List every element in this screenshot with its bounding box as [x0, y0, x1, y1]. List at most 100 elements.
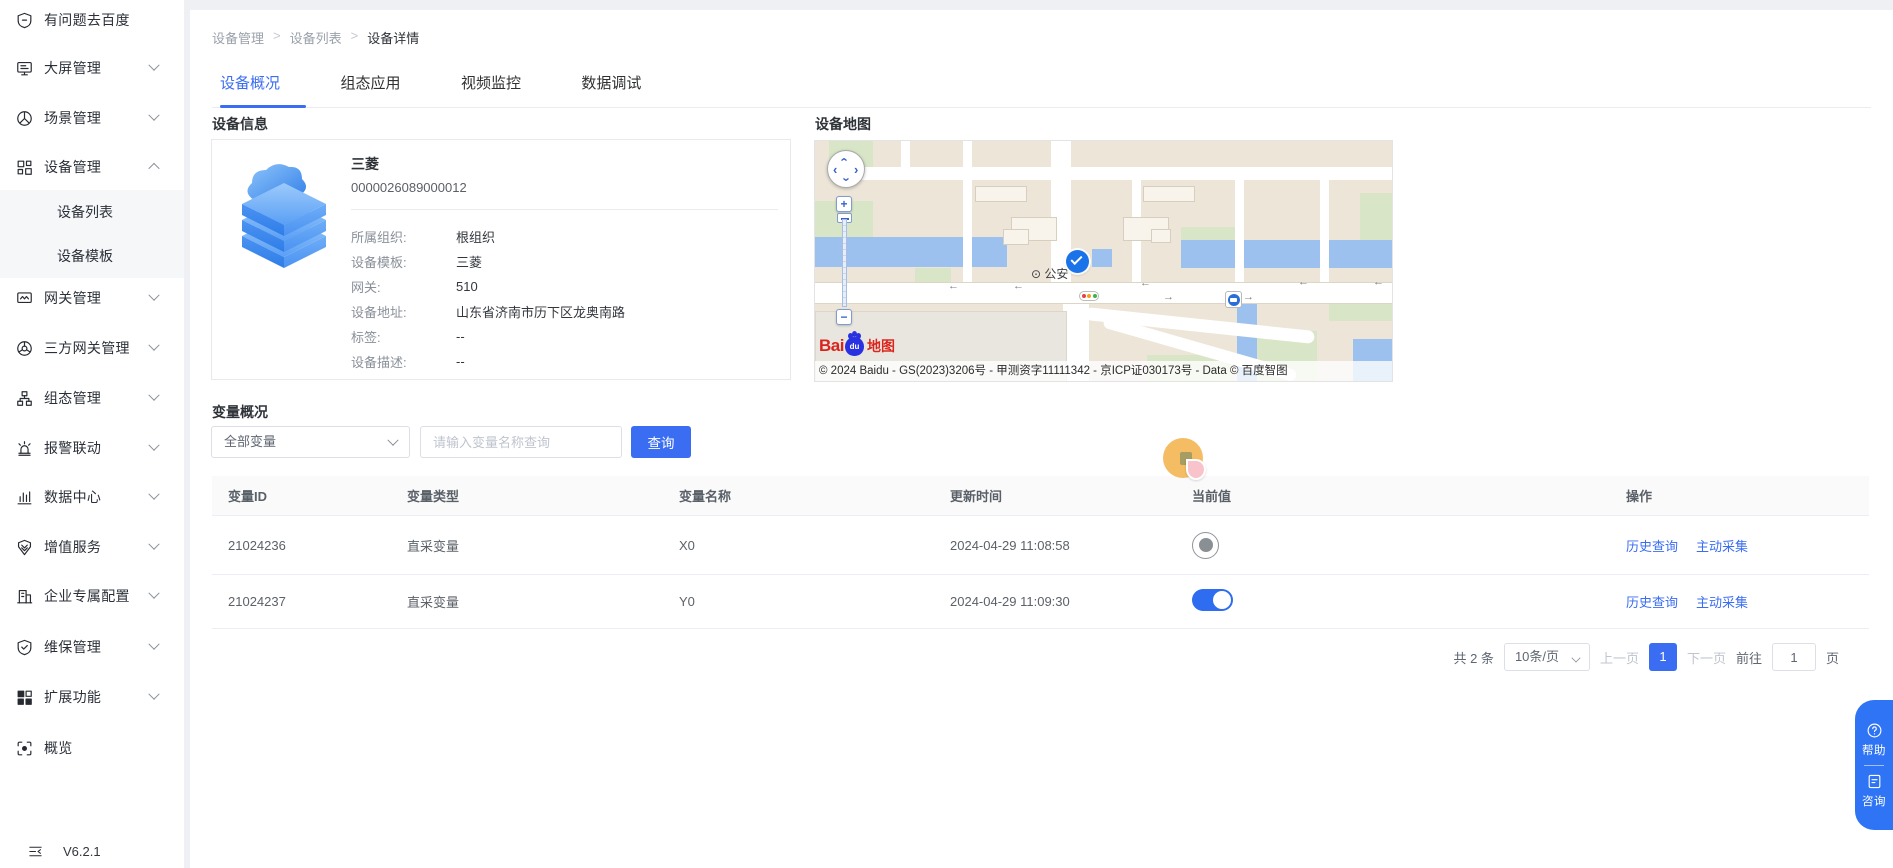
map-road: [901, 141, 910, 169]
map-green-area: [1181, 227, 1235, 240]
baidu-paw-icon: du: [845, 337, 864, 356]
active-collect-link[interactable]: 主动采集: [1696, 592, 1748, 611]
field-label: 标签:: [351, 327, 456, 346]
field-value: 三菱: [456, 252, 482, 271]
variable-type-select[interactable]: 全部变量: [211, 426, 410, 458]
zoom-out-button[interactable]: −: [836, 309, 852, 325]
sidebar-item-overview[interactable]: 概览: [0, 724, 184, 772]
goto-page-input[interactable]: [1772, 643, 1816, 671]
sidebar-item-device-list[interactable]: 设备列表: [0, 190, 184, 234]
baidu-map[interactable]: ← ← ← ← ← → → ⊙ 公安 ‹ ‹ ‹ › + −: [814, 140, 1393, 382]
sidebar-item-label: 三方网关管理: [44, 338, 130, 358]
chevron-down-icon: [1571, 653, 1580, 662]
help-button[interactable]: 帮助: [1862, 742, 1886, 758]
sidebar-item-configuration[interactable]: 组态管理: [0, 374, 184, 422]
question-icon: [1866, 722, 1883, 739]
chevron-down-icon: [148, 489, 159, 500]
overview-icon: [15, 739, 34, 758]
sidebar-item-third-gateway[interactable]: 三方网关管理: [0, 324, 184, 372]
sidebar-item-enterprise[interactable]: 企业专属配置: [0, 572, 184, 620]
chevron-down-icon: [148, 110, 159, 121]
chevron-up-icon: [148, 163, 159, 174]
map-building: [1143, 186, 1195, 202]
map-road: [963, 141, 972, 286]
tab-video-monitor[interactable]: 视频监控: [461, 74, 521, 107]
sidebar-item-label: 企业专属配置: [44, 586, 130, 606]
sidebar-item-value-added[interactable]: 增值服务: [0, 523, 184, 571]
third-gateway-icon: [15, 339, 34, 358]
road-arrow-left-icon: ←: [1373, 276, 1384, 288]
table-header-row: 变量ID 变量类型 变量名称 更新时间 当前值 操作: [212, 476, 1869, 516]
sidebar-item-data-center[interactable]: 数据中心: [0, 473, 184, 521]
alarm-icon: [15, 439, 34, 458]
consult-button[interactable]: 咨询: [1862, 793, 1886, 809]
sidebar-item-gateway[interactable]: 网关管理: [0, 274, 184, 322]
collapse-menu-icon[interactable]: [27, 843, 44, 860]
zoom-slider-track[interactable]: [842, 219, 847, 307]
current-value-indicator-off[interactable]: [1192, 532, 1219, 559]
tab-data-debug[interactable]: 数据调试: [581, 74, 641, 107]
sidebar-item-maintenance[interactable]: 维保管理: [0, 623, 184, 671]
baidu-logo-text: Bai: [819, 336, 844, 356]
pan-right-icon[interactable]: ›: [854, 163, 858, 176]
check-icon: [1070, 253, 1082, 265]
sidebar-item-big-screen[interactable]: 大屏管理: [0, 44, 184, 92]
sidebar-item-baidu-help[interactable]: 有问题去百度: [0, 0, 184, 40]
cell-variable-name: Y0: [663, 594, 934, 609]
help-divider: [1864, 765, 1884, 766]
sidebar-item-alarm[interactable]: 报警联动: [0, 424, 184, 472]
breadcrumb-item[interactable]: 设备管理: [212, 28, 264, 47]
field-label: 所属组织:: [351, 227, 456, 246]
device-location-marker[interactable]: [1066, 250, 1089, 273]
field-value: --: [456, 354, 465, 369]
sidebar-item-label: 组态管理: [44, 388, 101, 408]
next-page-button[interactable]: 下一页: [1687, 648, 1726, 667]
chevron-down-icon: [148, 639, 159, 650]
current-page-button[interactable]: 1: [1649, 643, 1677, 671]
goto-label: 前往: [1736, 648, 1762, 667]
tab-device-overview[interactable]: 设备概况: [220, 74, 280, 107]
history-query-link[interactable]: 历史查询: [1626, 536, 1678, 555]
cell-variable-id: 21024237: [212, 594, 391, 609]
sidebar-item-label: 扩展功能: [44, 687, 101, 707]
chevron-down-icon: [148, 588, 159, 599]
tab-configuration-app[interactable]: 组态应用: [340, 74, 400, 107]
prev-page-button[interactable]: 上一页: [1600, 648, 1639, 667]
map-poi-label: ⊙ 公安: [1031, 265, 1068, 282]
col-header: 变量名称: [663, 486, 934, 505]
zoom-in-button[interactable]: +: [836, 196, 852, 212]
document-icon: [1866, 773, 1883, 790]
table-row: 21024237 直采变量 Y0 2024-04-29 11:09:30 历史查…: [212, 575, 1869, 629]
sidebar: 有问题去百度 大屏管理 场景管理 设备管理 设备列表 设备模板 网关管理: [0, 0, 184, 868]
cell-variable-type: 直采变量: [391, 536, 663, 555]
history-query-link[interactable]: 历史查询: [1626, 592, 1678, 611]
cursor-icon: [1186, 459, 1206, 480]
road-arrow-left-icon: ←: [1140, 277, 1151, 289]
active-collect-link[interactable]: 主动采集: [1696, 536, 1748, 555]
sidebar-item-extension[interactable]: 扩展功能: [0, 673, 184, 721]
page-size-select[interactable]: 10条/页: [1504, 643, 1590, 671]
pan-left-icon[interactable]: ‹: [833, 163, 837, 176]
pan-up-icon[interactable]: ‹: [839, 157, 852, 161]
variables-title: 变量概况: [212, 402, 268, 422]
map-pan-control[interactable]: ‹ ‹ ‹ ›: [827, 150, 865, 188]
device-id: 0000026089000012: [351, 180, 467, 195]
breadcrumb-item[interactable]: 设备列表: [290, 28, 342, 47]
map-building: [975, 186, 1027, 202]
variable-name-input[interactable]: [420, 426, 622, 458]
device-icon: [15, 158, 34, 177]
sidebar-subitem-label: 设备模板: [57, 246, 113, 266]
search-button[interactable]: 查询: [631, 426, 691, 458]
tab-bar: 设备概况 组态应用 视频监控 数据调试: [212, 68, 1871, 108]
pan-down-icon[interactable]: ‹: [839, 177, 852, 181]
sidebar-item-device[interactable]: 设备管理: [0, 143, 184, 191]
sidebar-item-scene[interactable]: 场景管理: [0, 94, 184, 142]
version-label: V6.2.1: [63, 844, 101, 859]
current-value-toggle-on[interactable]: [1192, 589, 1233, 611]
sidebar-item-label: 设备管理: [44, 157, 101, 177]
sidebar-item-label: 报警联动: [44, 438, 101, 458]
device-fields: 所属组织:根组织 设备模板:三菱 网关:510 设备地址:山东省济南市历下区龙奥…: [351, 224, 625, 374]
value-added-icon: [15, 538, 34, 557]
sidebar-item-device-template[interactable]: 设备模板: [0, 234, 184, 278]
field-value: 山东省济南市历下区龙奥南路: [456, 302, 625, 321]
